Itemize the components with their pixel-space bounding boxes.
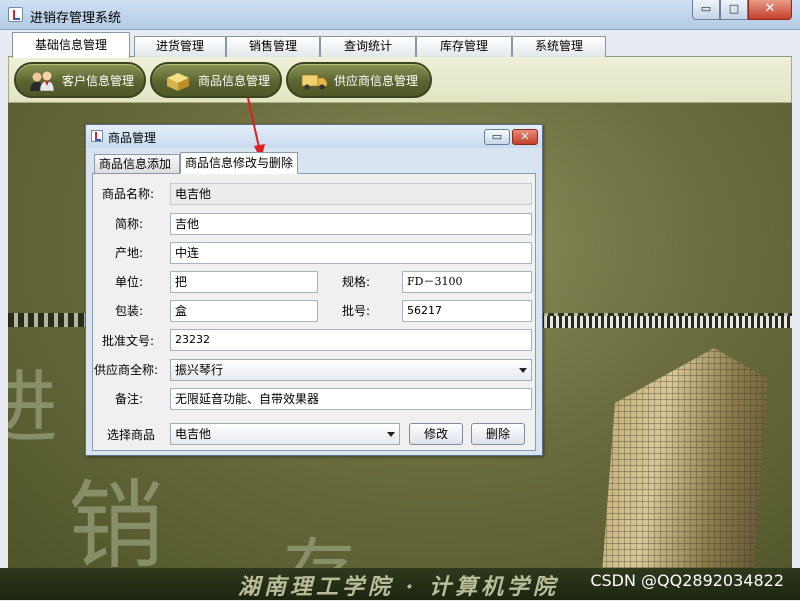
customers-icon xyxy=(30,71,55,92)
background-char-cun: 存 xyxy=(283,513,355,568)
modify-button[interactable]: 修改 xyxy=(409,423,463,445)
decorative-stripe-light xyxy=(538,316,792,328)
minimize-icon: ▭ xyxy=(700,2,712,15)
short-name-field[interactable]: 吉他 xyxy=(170,213,532,235)
background-char-jin: 进 xyxy=(8,361,58,454)
goods-info-label: 商品信息管理 xyxy=(198,74,271,88)
goods-info-button[interactable]: 商品信息管理 xyxy=(150,62,282,98)
supplier-combo-value: 振兴琴行 xyxy=(175,363,224,377)
customer-info-button[interactable]: 客户信息管理 xyxy=(14,62,146,98)
spec-label: 规格: xyxy=(342,275,371,289)
select-goods-label: 选择商品 xyxy=(107,428,156,442)
approval-field[interactable]: 23232 xyxy=(170,329,532,351)
tab-query-stats[interactable]: 查询统计 xyxy=(320,36,416,57)
maximize-icon: □ xyxy=(728,2,740,15)
java-app-icon xyxy=(8,7,23,22)
close-icon: ✕ xyxy=(764,1,776,16)
school-name: 湖南理工学院 · 计算机学院 xyxy=(238,574,559,600)
window-controls: ▭ □ ✕ xyxy=(692,0,792,22)
chevron-down-icon xyxy=(387,432,395,437)
close-icon: ✕ xyxy=(520,130,530,143)
package-label: 包装: xyxy=(115,304,144,318)
minimize-button[interactable]: ▭ xyxy=(692,0,720,20)
dialog-controls: ▭ ✕ xyxy=(482,129,538,145)
dialog-title: 商品管理 xyxy=(108,131,157,145)
supplier-info-label: 供应商信息管理 xyxy=(334,74,419,88)
origin-field[interactable]: 中连 xyxy=(170,242,532,264)
minimize-icon: ▭ xyxy=(491,130,503,143)
dialog-java-icon xyxy=(91,130,103,142)
tab-goods-add[interactable]: 商品信息添加 xyxy=(94,154,180,174)
close-button[interactable]: ✕ xyxy=(748,0,792,20)
dialog-titlebar[interactable]: 商品管理 ▭ ✕ xyxy=(86,125,542,148)
customer-info-label: 客户信息管理 xyxy=(62,74,135,88)
menu-tabs: 基础信息管理 进货管理 销售管理 查询统计 库存管理 系统管理 xyxy=(8,32,792,58)
tab-inventory[interactable]: 库存管理 xyxy=(416,36,512,57)
batch-label: 批号: xyxy=(342,304,371,318)
dialog-tabs: 商品信息添加 商品信息修改与删除 xyxy=(94,152,538,174)
select-goods-combo-value: 电吉他 xyxy=(175,427,212,441)
goods-name-label: 商品名称: xyxy=(102,187,155,201)
supplier-combo[interactable]: 振兴琴行 xyxy=(170,359,532,381)
main-titlebar[interactable]: 进销存管理系统 ▭ □ ✕ xyxy=(0,0,800,30)
remark-label: 备注: xyxy=(115,392,144,406)
unit-label: 单位: xyxy=(115,275,144,289)
short-name-label: 简称: xyxy=(115,217,144,231)
window-title: 进销存管理系统 xyxy=(30,11,122,26)
remark-field[interactable]: 无限延音功能、自带效果器 xyxy=(170,388,532,410)
tab-purchase[interactable]: 进货管理 xyxy=(134,36,226,57)
csdn-watermark: CSDN @QQ2892034822 xyxy=(590,571,784,590)
dialog-minimize-button[interactable]: ▭ xyxy=(484,129,510,145)
spec-field[interactable]: FD－3100 xyxy=(402,271,532,293)
select-goods-combo[interactable]: 电吉他 xyxy=(170,423,400,445)
origin-label: 产地: xyxy=(115,246,144,260)
goods-name-field[interactable]: 电吉他 xyxy=(170,183,532,205)
tab-system[interactable]: 系统管理 xyxy=(512,36,606,57)
supplier-label: 供应商全称: xyxy=(94,363,159,377)
goods-box-icon xyxy=(167,73,189,91)
chevron-down-icon xyxy=(519,368,527,373)
unit-field[interactable]: 把 xyxy=(170,271,318,293)
toolbar: 客户信息管理 商品信息管理 供应商信息管理 xyxy=(8,57,792,103)
dialog-close-button[interactable]: ✕ xyxy=(512,129,538,145)
goods-management-dialog: 商品管理 ▭ ✕ 商品信息添加 商品信息修改与删除 商品名称: 电吉他 简称: … xyxy=(85,124,543,456)
goods-form-panel: 商品名称: 电吉他 简称: 吉他 产地: 中连 单位: 把 规格: FD－310… xyxy=(92,173,536,451)
maximize-button[interactable]: □ xyxy=(720,0,748,20)
tab-goods-modify-delete[interactable]: 商品信息修改与删除 xyxy=(180,152,298,174)
tab-basic-info[interactable]: 基础信息管理 xyxy=(12,32,130,58)
package-field[interactable]: 盒 xyxy=(170,300,318,322)
supplier-info-button[interactable]: 供应商信息管理 xyxy=(286,62,432,98)
building-windows xyxy=(602,348,768,568)
approval-label: 批准文号: xyxy=(102,334,155,348)
delivery-truck-icon xyxy=(301,74,328,90)
background-char-xiao: 销 xyxy=(68,470,164,568)
delete-button[interactable]: 删除 xyxy=(471,423,525,445)
tab-sales[interactable]: 销售管理 xyxy=(226,36,320,57)
batch-field[interactable]: 56217 xyxy=(402,300,532,322)
